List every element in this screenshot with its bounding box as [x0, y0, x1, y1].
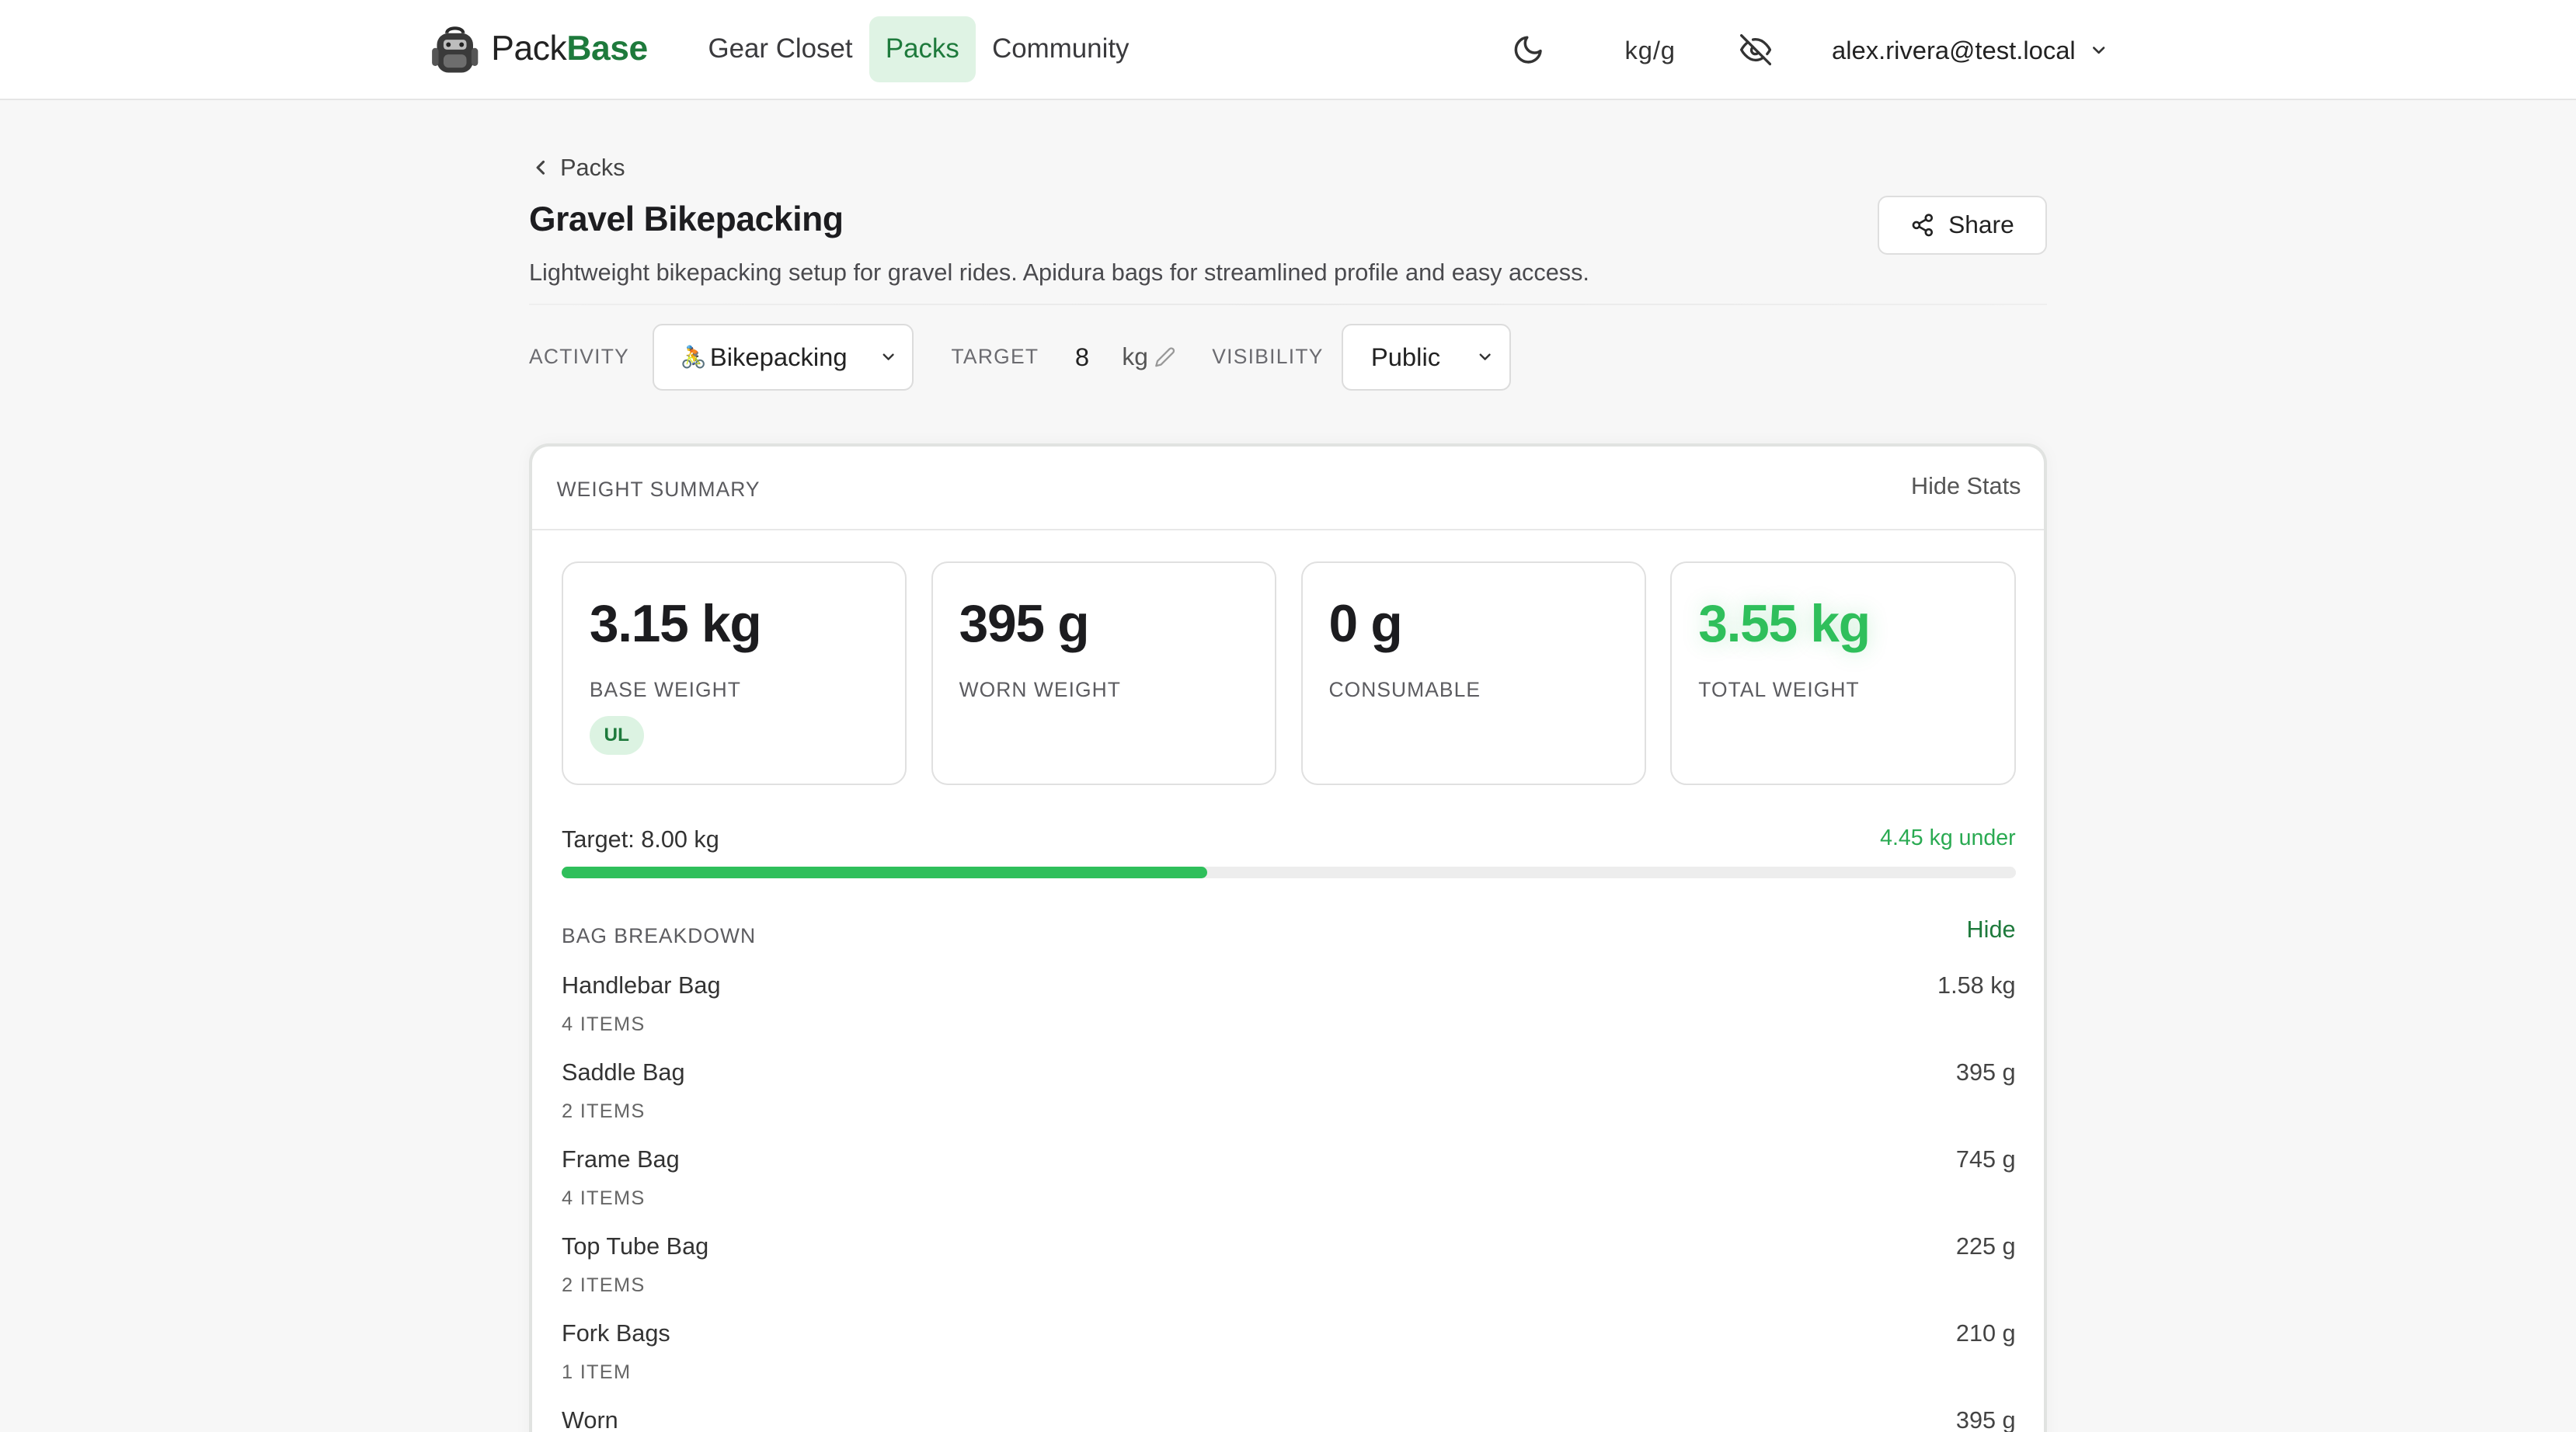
weight-summary-card: WEIGHT SUMMARY Hide Stats 3.15 kg BASE W…: [528, 443, 2048, 1432]
visibility-label: VISIBILITY: [1212, 345, 1324, 369]
bag-breakdown-list: Handlebar Bag 4 ITEMS 1.58 kg Saddle Bag…: [562, 968, 2016, 1432]
chevron-down-icon: [2092, 47, 2104, 54]
user-menu-button[interactable]: alex.rivera@test.local: [1832, 0, 2108, 100]
eye-off-icon: [1739, 34, 1771, 66]
nav-community[interactable]: Community: [976, 16, 1146, 82]
share-label: Share: [1948, 210, 2014, 239]
bike-icon: 🚴: [680, 345, 707, 370]
list-item: Handlebar Bag 4 ITEMS 1.58 kg: [562, 968, 2016, 1055]
stat-worn-weight: 395 g WORN WEIGHT: [931, 561, 1276, 785]
bag-name: Worn: [562, 1407, 618, 1432]
main-nav: Gear Closet Packs Community: [691, 16, 1145, 82]
bag-item-count: 1 ITEM: [562, 1361, 632, 1383]
stat-label: TOTAL WEIGHT: [1698, 678, 1860, 702]
target-progress-fill: [562, 867, 1207, 879]
target-text: Target: 8.00 kg: [562, 826, 719, 853]
target-weight-unit: kg: [1122, 342, 1148, 371]
bag-weight: 745 g: [1955, 1145, 2016, 1173]
units-toggle-button[interactable]: kg/g: [1625, 0, 1676, 100]
visibility-select[interactable]: Public: [1341, 323, 1511, 391]
pack-description: Lightweight bikepacking setup for gravel…: [528, 259, 1589, 287]
user-email: alex.rivera@test.local: [1832, 35, 2076, 64]
bag-weight: 225 g: [1955, 1232, 2016, 1260]
top-bar: PackBase Gear Closet Packs Community kg/…: [0, 0, 2576, 100]
target-label: TARGET: [951, 345, 1039, 369]
bag-name: Fork Bags: [562, 1320, 670, 1347]
chevron-down-icon: [1480, 353, 1492, 360]
chevron-down-icon: [882, 353, 894, 360]
bag-item-count: 2 ITEMS: [562, 1100, 646, 1122]
nav-packs[interactable]: Packs: [869, 16, 976, 82]
ultralight-badge: UL: [589, 715, 644, 756]
bag-item-count: 4 ITEMS: [562, 1187, 646, 1209]
list-item: Worn 395 g: [562, 1404, 2016, 1432]
bag-item-count: 4 ITEMS: [562, 1013, 646, 1035]
list-item: Saddle Bag 2 ITEMS 395 g: [562, 1056, 2016, 1143]
privacy-toggle-button[interactable]: [1739, 0, 1777, 100]
chevron-left-icon: [536, 161, 545, 176]
nav-gear-closet[interactable]: Gear Closet: [691, 16, 869, 82]
bag-name: Frame Bag: [562, 1145, 680, 1173]
activity-select[interactable]: 🚴 Bikepacking: [652, 323, 914, 391]
bag-breakdown-title: BAG BREAKDOWN: [562, 924, 757, 948]
bag-name: Saddle Bag: [562, 1058, 685, 1086]
back-to-packs-link[interactable]: Packs: [529, 155, 625, 182]
page-title: Gravel Bikepacking: [528, 200, 844, 238]
stat-base-weight: 3.15 kg BASE WEIGHT UL: [562, 561, 907, 785]
pencil-icon[interactable]: [1154, 346, 1175, 367]
divider: [528, 304, 2048, 306]
bag-item-count: 2 ITEMS: [562, 1274, 646, 1296]
bag-weight: 210 g: [1955, 1320, 2016, 1347]
share-button[interactable]: Share: [1878, 195, 2048, 255]
pack-meta-row: ACTIVITY 🚴 Bikepacking TARGET 8 kg VISIB…: [528, 323, 1511, 391]
theme-toggle-button[interactable]: [1512, 0, 1548, 100]
bag-name: Top Tube Bag: [562, 1232, 709, 1260]
stat-label: CONSUMABLE: [1328, 678, 1481, 702]
weight-summary-header: WEIGHT SUMMARY Hide Stats: [531, 447, 2045, 530]
list-item: Frame Bag 4 ITEMS 745 g: [562, 1143, 2016, 1230]
brand-name: PackBase: [491, 30, 648, 68]
stat-label: WORN WEIGHT: [959, 678, 1121, 702]
backpack-icon: [432, 26, 479, 73]
target-weight-value[interactable]: 8: [1075, 342, 1089, 372]
bag-weight: 395 g: [1955, 1407, 2016, 1432]
stat-tiles: 3.15 kg BASE WEIGHT UL 395 g WORN WEIGHT…: [562, 561, 2016, 785]
bag-weight: 1.58 kg: [1937, 971, 2016, 999]
share-icon: [1913, 214, 1934, 237]
stat-value: 3.55 kg: [1698, 595, 1871, 654]
breadcrumb-label: Packs: [560, 154, 625, 181]
moon-icon: [1514, 36, 1542, 64]
activity-label: ACTIVITY: [528, 345, 630, 369]
bag-weight: 395 g: [1955, 1058, 2016, 1086]
stat-value: 0 g: [1328, 595, 1402, 654]
brand-logo-link[interactable]: PackBase: [430, 23, 648, 76]
activity-value: Bikepacking: [709, 342, 848, 371]
stat-label: BASE WEIGHT: [589, 678, 741, 702]
target-progress-bar: [562, 867, 2016, 879]
bag-breakdown-header: BAG BREAKDOWN Hide: [562, 916, 2016, 950]
hide-stats-button[interactable]: Hide Stats: [1911, 473, 2021, 500]
bag-breakdown-hide-button[interactable]: Hide: [1967, 916, 2016, 944]
under-target-text: 4.45 kg under: [1880, 825, 2016, 851]
visibility-value: Public: [1370, 342, 1441, 371]
stat-value: 3.15 kg: [589, 595, 762, 654]
weight-summary-title: WEIGHT SUMMARY: [556, 478, 761, 502]
list-item: Top Tube Bag 2 ITEMS 225 g: [562, 1230, 2016, 1317]
bag-name: Handlebar Bag: [562, 971, 721, 999]
stat-value: 395 g: [959, 595, 1090, 654]
list-item: Fork Bags 1 ITEM 210 g: [562, 1317, 2016, 1404]
target-progress-row: Target: 8.00 kg 4.45 kg under: [562, 824, 2016, 854]
stat-consumable: 0 g CONSUMABLE: [1300, 561, 1646, 785]
stat-total-weight: 3.55 kg TOTAL WEIGHT: [1670, 561, 2016, 785]
